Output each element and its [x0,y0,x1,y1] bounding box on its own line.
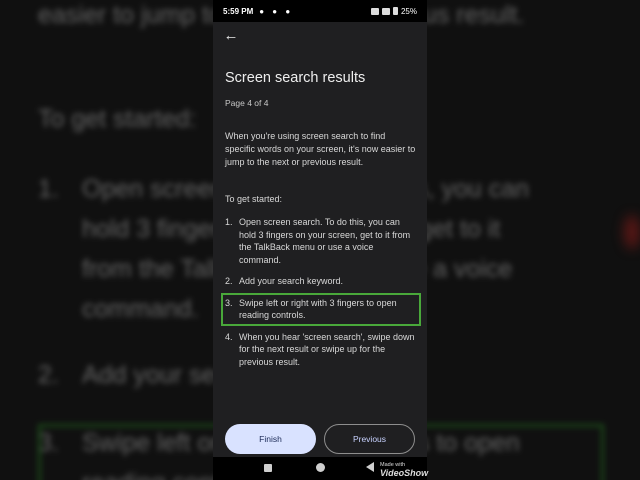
recents-icon[interactable] [264,464,272,472]
finish-button[interactable]: Finish [225,424,316,454]
step-number: 1. [225,217,233,227]
status-bar: 5:59 PM ● ● ● 25% [213,0,427,22]
wifi-icon [381,7,390,15]
step-item: 2. Add your search keyword. [225,275,417,288]
notification-icons: ● ● ● [259,6,294,16]
step-item: 4. When you hear 'screen search', swipe … [225,331,417,369]
status-time: 5:59 PM [223,6,254,16]
step-text: Add your search keyword. [239,276,344,286]
intro-text: When you're using screen search to find … [225,131,416,168]
signal-icon [370,7,379,15]
back-arrow-icon[interactable]: ← [221,26,241,46]
step-text: When you hear 'screen search', swipe dow… [239,331,415,367]
status-right: 25% [370,6,417,16]
previous-button[interactable]: Previous [324,424,415,454]
step-item: 1. Open screen search. To do this, you c… [225,216,417,266]
watermark-logo: VideoShow [380,468,429,478]
page-title: Screen search results [225,70,366,86]
step-number: 3. [225,297,233,308]
step-text: Open screen search. To do this, you can … [239,217,411,265]
action-bar: Finish Previous [213,421,427,455]
page-indicator: Page 4 of 4 [225,98,269,108]
bg-red-glow [624,215,640,249]
watermark: Made with VideoShow [380,462,428,478]
nav-back-icon[interactable] [366,462,374,472]
steps-list: 1. Open screen search. To do this, you c… [221,216,421,377]
home-icon[interactable] [316,463,325,472]
getting-started-label: To get started: [225,194,283,204]
step-number: 4. [225,331,233,342]
battery-icon [392,7,398,15]
battery-percent: 25% [400,6,417,16]
step-number: 2. [225,276,233,286]
step-text: Swipe left or right with 3 fingers to op… [239,297,397,321]
phone-screen: 5:59 PM ● ● ● 25% ← Screen search result… [213,0,427,480]
step-item-focused: 3. Swipe left or right with 3 fingers to… [221,292,421,326]
